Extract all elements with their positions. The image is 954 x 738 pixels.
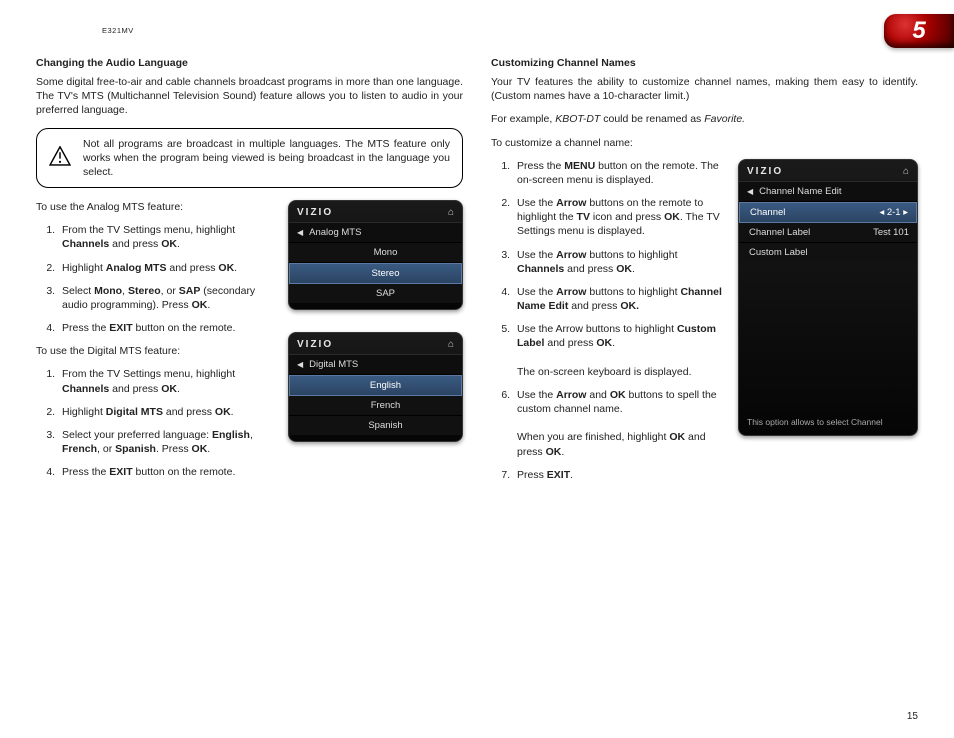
- osd-option-french: French: [289, 396, 462, 416]
- osd-help-text: This option allows to select Channel: [747, 417, 909, 427]
- osd-title: Digital MTS: [309, 359, 358, 370]
- analog-steps: From the TV Settings menu, highlight Cha…: [36, 223, 272, 335]
- list-item: Use the Arrow buttons on the remote to h…: [513, 196, 724, 239]
- list-item: Use the Arrow and OK buttons to spell th…: [513, 388, 724, 459]
- analog-lead: To use the Analog MTS feature:: [36, 200, 272, 214]
- list-item: Press the EXIT button on the remote.: [58, 321, 272, 335]
- heading-audio-language: Changing the Audio Language: [36, 57, 463, 69]
- list-item: Select your preferred language: English,…: [58, 428, 272, 456]
- osd-brand: VIZIO: [747, 166, 783, 177]
- osd-brand: VIZIO: [297, 339, 333, 350]
- note-text: Not all programs are broadcast in multip…: [83, 138, 450, 178]
- list-item: Press the EXIT button on the remote.: [58, 465, 272, 479]
- back-icon: ◀: [297, 228, 303, 237]
- osd-row-channel-label: Channel LabelTest 101: [739, 223, 917, 243]
- list-item: Use the Arrow buttons to highlight Custo…: [513, 322, 724, 379]
- list-item: Press the MENU button on the remote. The…: [513, 159, 724, 187]
- osd-digital-mts: VIZIO ⌂ ◀ Digital MTS English French Spani…: [288, 332, 463, 442]
- home-icon: ⌂: [903, 166, 909, 177]
- customize-steps: Press the MENU button on the remote. The…: [491, 159, 724, 491]
- example-text: For example, KBOT-DT could be renamed as…: [491, 112, 918, 126]
- osd-row-custom-label: Custom Label: [739, 243, 917, 262]
- osd-row-channel: Channel◂ 2-1 ▸: [739, 202, 917, 223]
- chapter-badge: 5: [884, 14, 954, 48]
- list-item: From the TV Settings menu, highlight Cha…: [58, 367, 272, 395]
- osd-analog-mts: VIZIO ⌂ ◀ Analog MTS Mono Stereo SAP: [288, 200, 463, 310]
- intro-audio-language: Some digital free-to-air and cable chann…: [36, 75, 463, 118]
- osd-option-stereo: Stereo: [289, 263, 462, 284]
- list-item: Press EXIT.: [513, 468, 724, 482]
- osd-title: Analog MTS: [309, 227, 361, 238]
- list-item: Highlight Digital MTS and press OK.: [58, 405, 272, 419]
- osd-option-english: English: [289, 375, 462, 396]
- osd-option-sap: SAP: [289, 284, 462, 303]
- back-icon: ◀: [747, 187, 753, 196]
- osd-title: Channel Name Edit: [759, 186, 841, 197]
- back-icon: ◀: [297, 360, 303, 369]
- osd-option-mono: Mono: [289, 243, 462, 263]
- list-item: Select Mono, Stereo, or SAP (secondary a…: [58, 284, 272, 312]
- note-box: Not all programs are broadcast in multip…: [36, 128, 463, 189]
- warning-icon: [49, 146, 71, 170]
- list-item: From the TV Settings menu, highlight Cha…: [58, 223, 272, 251]
- heading-channel-names: Customizing Channel Names: [491, 57, 918, 69]
- model-number: E321MV: [102, 26, 918, 35]
- page-number: 15: [907, 711, 918, 722]
- osd-brand: VIZIO: [297, 207, 333, 218]
- digital-steps: From the TV Settings menu, highlight Cha…: [36, 367, 272, 479]
- home-icon: ⌂: [448, 207, 454, 218]
- digital-lead: To use the Digital MTS feature:: [36, 344, 272, 358]
- list-item: Highlight Analog MTS and press OK.: [58, 261, 272, 275]
- home-icon: ⌂: [448, 339, 454, 350]
- osd-option-spanish: Spanish: [289, 416, 462, 435]
- osd-channel-name-edit: VIZIO ⌂ ◀ Channel Name Edit Channel◂ 2-1 ▸…: [738, 159, 918, 436]
- list-item: Use the Arrow buttons to highlight Chann…: [513, 285, 724, 313]
- list-item: Use the Arrow buttons to highlight Chann…: [513, 248, 724, 276]
- customize-lead: To customize a channel name:: [491, 136, 918, 150]
- intro-channel-names: Your TV features the ability to customiz…: [491, 75, 918, 103]
